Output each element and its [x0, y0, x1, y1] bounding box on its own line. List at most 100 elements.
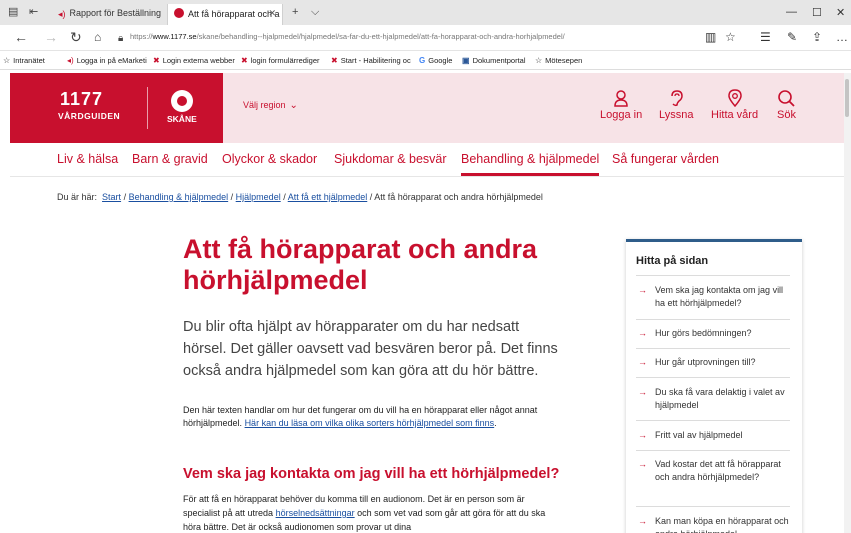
favorite-label: login formulärrediger	[250, 56, 320, 65]
share-icon[interactable]: ⇪	[812, 30, 822, 44]
listen-button[interactable]: Lyssna	[659, 89, 693, 121]
arrow-right-icon: →	[638, 387, 647, 397]
search-button[interactable]: Sök	[777, 89, 796, 121]
url-prefix: https://	[130, 32, 153, 41]
intro-end: .	[494, 418, 497, 428]
toc-item-label: Hur görs bedömningen?	[655, 328, 752, 338]
chevron-down-icon: ⌄	[289, 100, 298, 111]
star-icon: ☆	[535, 56, 543, 65]
toc-item[interactable]: → Du ska få vara delaktig i valet av hjäl…	[636, 386, 792, 411]
breadcrumb-current: Att få hörapparat och andra hörhjälpmede…	[374, 192, 543, 202]
google-icon: G	[419, 56, 426, 65]
favorite-star-icon[interactable]: ☆	[725, 30, 736, 44]
scrollbar-thumb[interactable]	[845, 79, 849, 117]
toc-divider	[636, 377, 790, 378]
nav-liv-halsa[interactable]: Liv & hälsa	[57, 152, 118, 166]
url-path: /skane/behandling--hjalpmedel/hjalpmedel…	[196, 32, 565, 41]
nav-sa-fungerar-varden[interactable]: Så fungerar vården	[612, 152, 719, 166]
tab-title: Rapport för Beställning beh	[69, 8, 164, 18]
breadcrumb-prefix: Du är här:	[57, 192, 98, 202]
favorite-item[interactable]: ✖ Start - Habilitering oc	[331, 56, 411, 65]
login-button[interactable]: Logga in	[600, 89, 642, 121]
arrow-right-icon: →	[638, 328, 647, 338]
toc-title: Hitta på sidan	[636, 255, 709, 267]
back-icon[interactable]: ←	[14, 30, 28, 44]
breadcrumb-link-start[interactable]: Start	[102, 192, 121, 202]
logo-vardguiden: VÅRDGUIDEN	[58, 111, 121, 121]
tab-actions-icon[interactable]: ▤	[8, 6, 18, 18]
logo-1177[interactable]: 1177	[60, 90, 103, 108]
region-selector[interactable]: Välj region ⌄	[243, 100, 298, 111]
maximize-icon[interactable]: ☐	[812, 6, 822, 19]
toc-item[interactable]: → Fritt val av hjälpmedel	[636, 429, 792, 442]
nav-behandling-hjalpmedel[interactable]: Behandling & hjälpmedel	[461, 152, 600, 176]
nav-sjukdomar-besvar[interactable]: Sjukdomar & besvär	[334, 152, 447, 166]
red-logo-icon: ✖	[331, 56, 338, 65]
favorite-item[interactable]: ▣ Dokumentportal	[462, 56, 526, 65]
toc-item[interactable]: → Vad kostar det att få hörapparat och an…	[636, 458, 792, 483]
favorite-item[interactable]: G Google	[419, 56, 452, 65]
pen-icon[interactable]: ✎	[787, 30, 797, 44]
toc-item-label: Du ska få vara delaktig i valet av hjälp…	[655, 387, 785, 410]
favorite-label: Google	[428, 56, 453, 65]
home-icon[interactable]: ⌂	[94, 30, 101, 44]
lock-icon: 🔒︎	[118, 33, 124, 44]
article-lead: Du blir ofta hjälpt av hörapparater om d…	[183, 319, 558, 379]
toc-item[interactable]: → Hur går utprovningen till?	[636, 356, 792, 369]
reading-view-icon[interactable]: ▥	[705, 30, 716, 44]
main-navigation: Liv & hälsa Barn & gravid Olyckor & skad…	[10, 143, 844, 177]
body-link[interactable]: hörselnedsättningar	[276, 508, 355, 518]
intro-link[interactable]: Här kan du läsa om vilka olika sorters h…	[245, 418, 495, 428]
refresh-icon[interactable]: ↻	[70, 30, 82, 44]
toc-item[interactable]: → Vem ska jag kontakta om jag vill ha ett…	[636, 284, 792, 309]
favorite-label: Mötesepen	[545, 56, 583, 65]
red-logo-icon: ✖	[153, 56, 160, 65]
minimize-icon[interactable]: —	[786, 6, 797, 18]
favorites-bar: ☆ Intranätet ◂) Logga in på eMarketi ✖ Logi…	[0, 51, 851, 70]
site-favicon-icon	[174, 8, 184, 18]
tab-menu-chevron-icon[interactable]: ⌵	[311, 6, 319, 18]
find-care-button[interactable]: Hitta vård	[711, 89, 758, 121]
toc-item[interactable]: → Kan man köpa en hörapparat och andra hö…	[636, 515, 792, 533]
breadcrumb-link-att-fa[interactable]: Att få ett hjälpmedel	[288, 192, 368, 202]
tab-strip: ▤ ⇤ ◂)Rapport för Beställning beh Att få…	[0, 0, 851, 25]
favorite-item[interactable]: ☆ Intranätet	[3, 56, 45, 65]
set-aside-tabs-icon[interactable]: ⇤	[29, 6, 38, 18]
favorite-label: Logga in på eMarketi	[76, 56, 147, 65]
nav-barn-gravid[interactable]: Barn & gravid	[132, 152, 208, 166]
breadcrumb-link-behandling[interactable]: Behandling & hjälpmedel	[129, 192, 229, 202]
favorite-label: Start - Habilitering oc	[340, 56, 411, 65]
listen-label: Lyssna	[659, 109, 694, 121]
more-icon[interactable]: …	[836, 30, 848, 44]
forward-icon[interactable]: →	[44, 30, 58, 44]
toc-item[interactable]: → Hur görs bedömningen?	[636, 327, 792, 340]
audio-icon: ◂)	[67, 56, 74, 65]
url-field[interactable]: https://www.1177.se/skane/behandling--hj…	[130, 32, 690, 41]
breadcrumb-link-hjalpmedel[interactable]: Hjälpmedel	[236, 192, 281, 202]
browser-window: ▤ ⇤ ◂)Rapport för Beställning beh Att få…	[0, 0, 851, 533]
tab-active-article[interactable]: Att få hörapparat och a ✕	[167, 4, 283, 25]
favorite-item[interactable]: ☆ Mötesepen	[535, 56, 582, 65]
favorite-item[interactable]: ✖ login formulärrediger	[241, 56, 320, 65]
favorite-item[interactable]: ✖ Login externa webber	[153, 56, 235, 65]
favorite-label: Intranätet	[13, 56, 45, 65]
search-label: Sök	[777, 109, 796, 121]
search-icon	[778, 90, 796, 107]
toc-divider	[636, 420, 790, 421]
arrow-right-icon: →	[638, 357, 647, 367]
page-title: Att få hörapparat och andra hörhjälpmede…	[183, 234, 538, 295]
favorites-hub-icon[interactable]: ☰	[760, 30, 771, 44]
brand-block: 1177 VÅRDGUIDEN SKÅNE	[10, 73, 223, 143]
nav-olyckor-skador[interactable]: Olyckor & skador	[222, 152, 317, 166]
new-tab-button[interactable]: +	[292, 6, 298, 18]
toc-divider	[636, 348, 790, 349]
tab-rapport[interactable]: ◂)Rapport för Beställning beh	[52, 4, 164, 25]
page-scrollbar[interactable]	[844, 73, 851, 533]
close-tab-icon[interactable]: ✕	[268, 8, 276, 19]
toc-divider	[636, 319, 790, 320]
section-heading: Vem ska jag kontakta om jag vill ha ett …	[183, 466, 560, 482]
close-window-icon[interactable]: ✕	[836, 6, 845, 19]
login-label: Logga in	[600, 109, 643, 121]
toc-box: Hitta på sidan → Vem ska jag kontakta om …	[626, 239, 802, 533]
favorite-item[interactable]: ◂) Logga in på eMarketi	[67, 56, 147, 65]
